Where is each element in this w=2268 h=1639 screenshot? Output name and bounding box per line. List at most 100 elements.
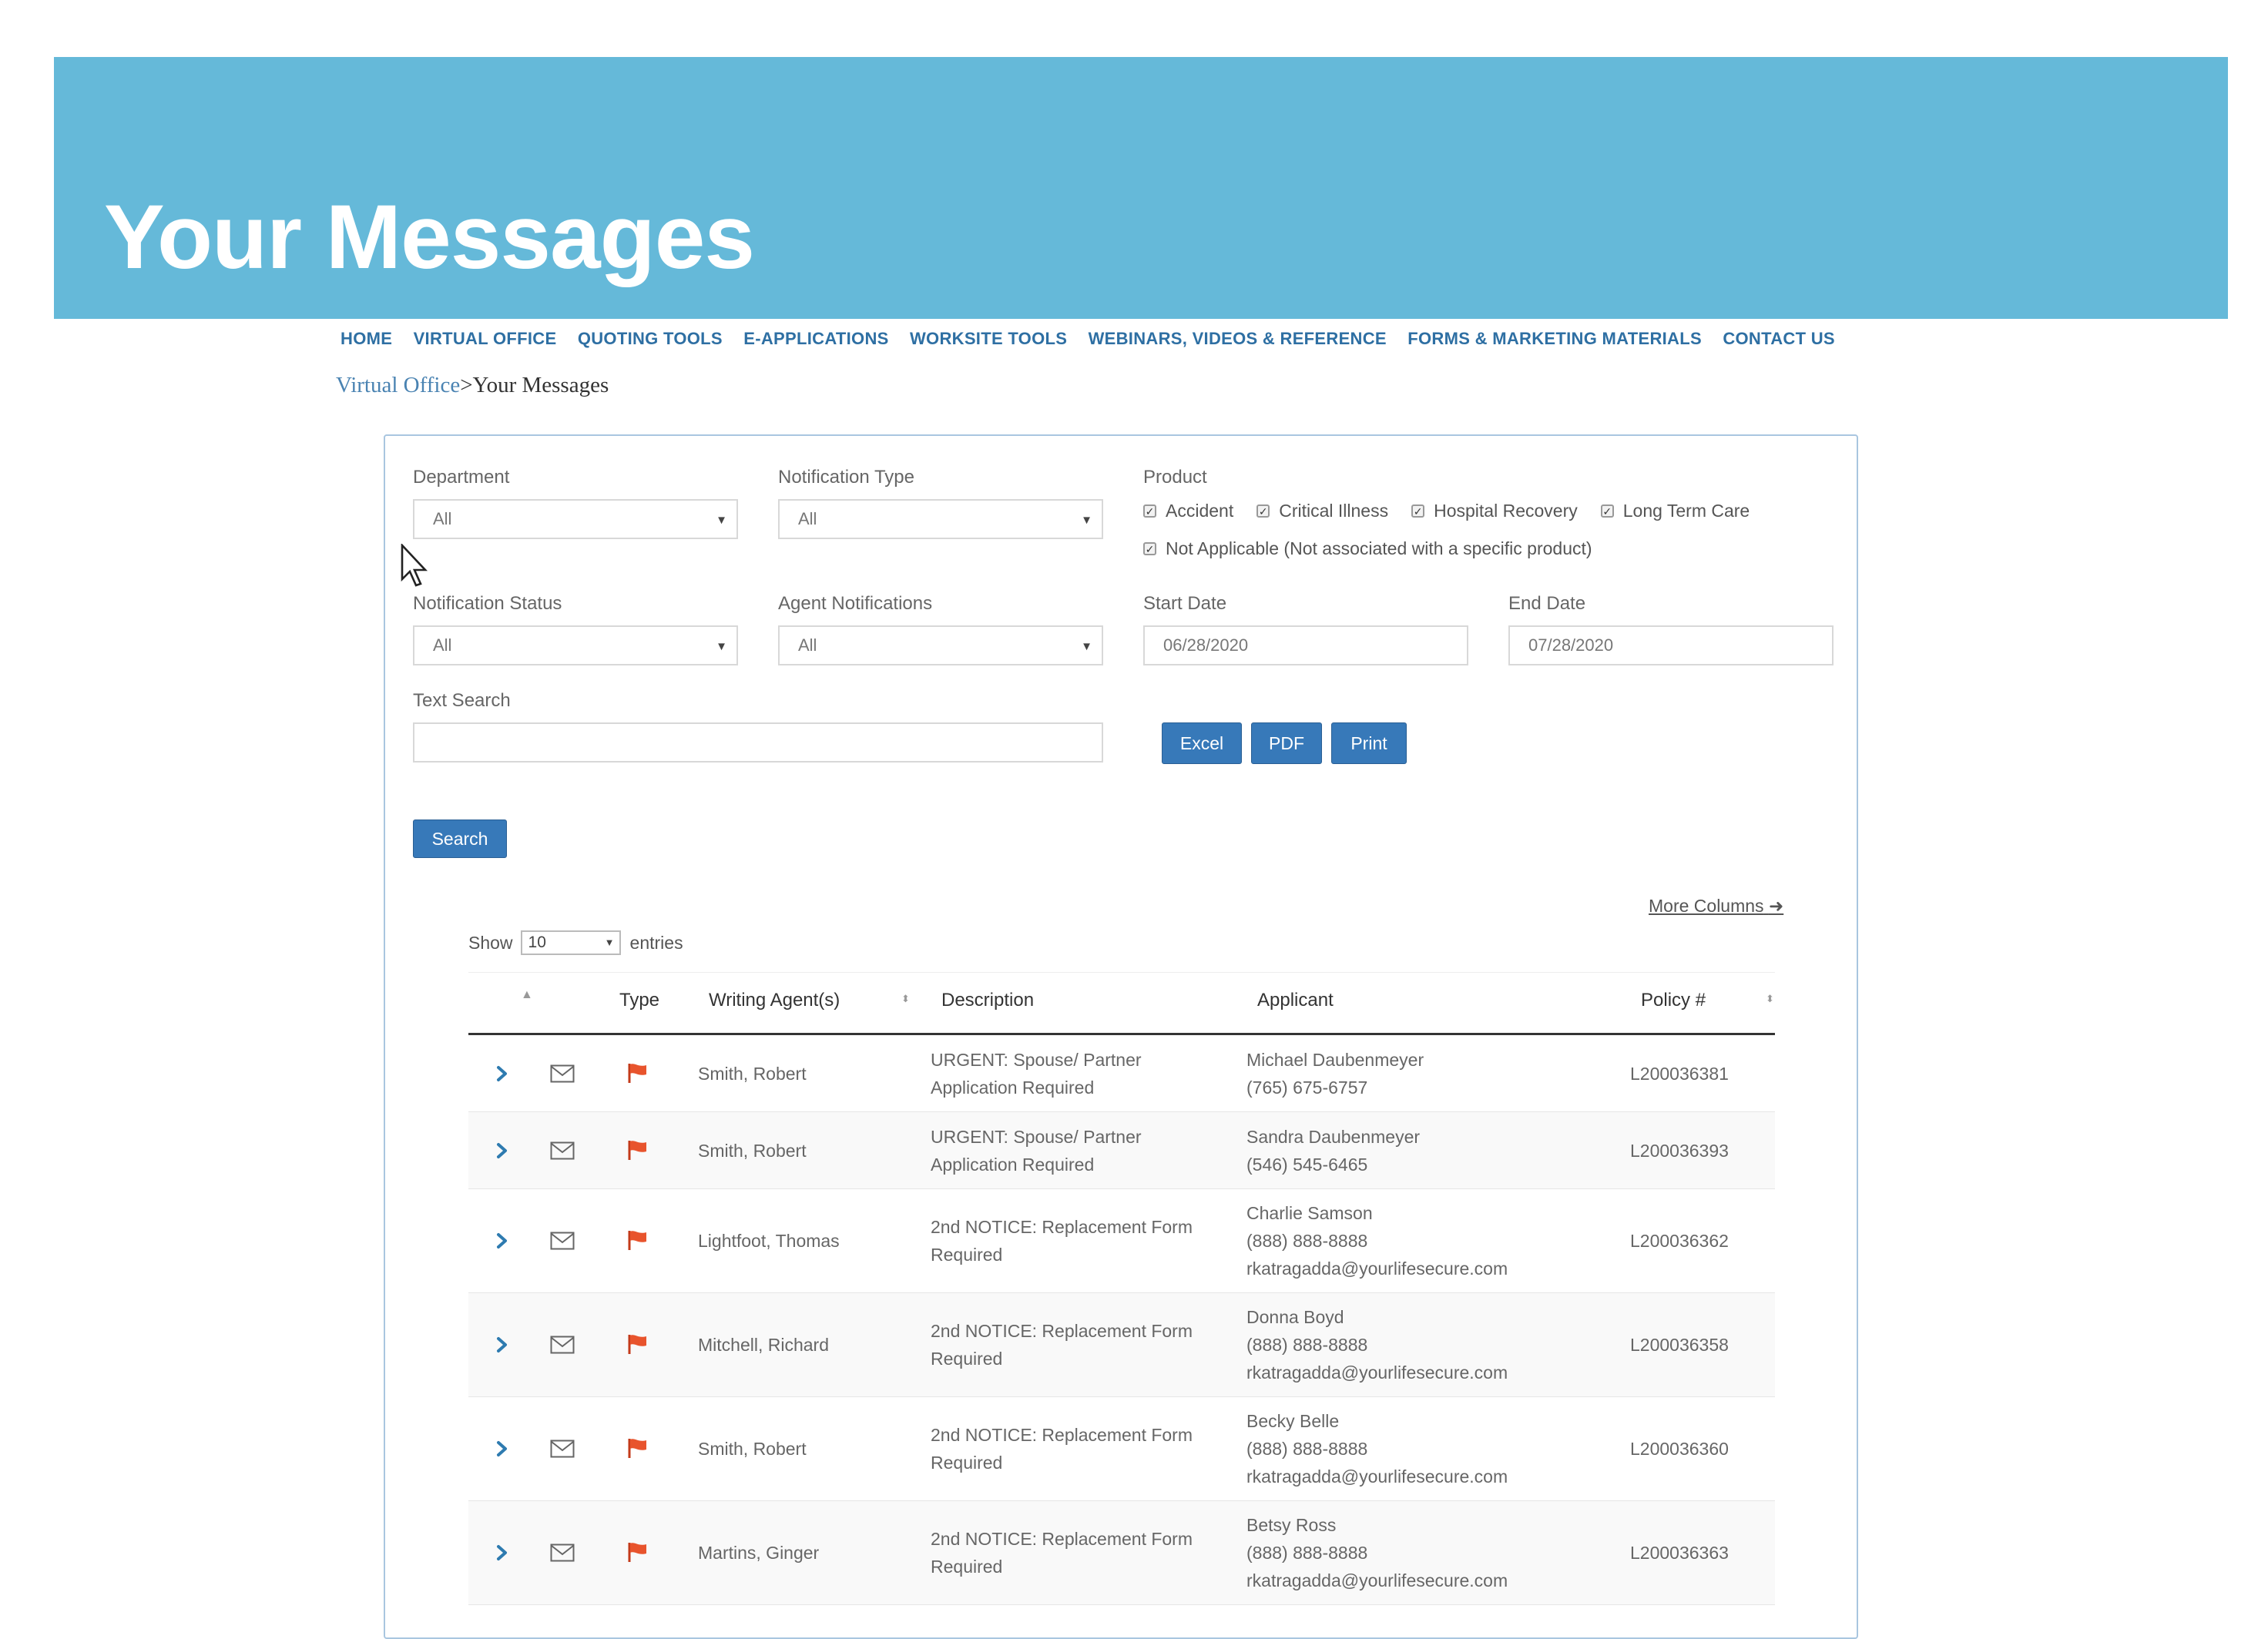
column-applicant[interactable]: Applicant [1257, 990, 1334, 1011]
print-button[interactable]: Print [1331, 722, 1407, 764]
applicant-phone: (765) 675-6757 [1246, 1077, 1368, 1098]
flag-icon [626, 1436, 649, 1463]
checkbox-critical-illness[interactable]: ✓ [1256, 504, 1270, 518]
expand-chevron-icon[interactable] [496, 1142, 508, 1163]
description-line-1: URGENT: Spouse/ Partner [931, 1049, 1142, 1070]
table-row[interactable]: Mitchell, Richard 2nd NOTICE: Replacement… [468, 1293, 1775, 1397]
description-line-1: 2nd NOTICE: Replacement Form [931, 1425, 1193, 1445]
expand-chevron-icon[interactable] [496, 1232, 508, 1253]
applicant-email: rkatragadda@yourlifesecure.com [1246, 1570, 1508, 1590]
notification-status-value: All [433, 635, 452, 655]
department-select[interactable]: All ▼ [413, 499, 738, 539]
checkbox-long-term-care-label: Long Term Care [1622, 501, 1750, 521]
text-search-label: Text Search [413, 690, 511, 711]
messages-table: ▲ Type Writing Agent(s) ⬍ Description Ap… [468, 972, 1775, 1605]
applicant-name: Donna Boyd [1246, 1307, 1344, 1327]
column-policy[interactable]: Policy # [1641, 990, 1706, 1011]
table-row[interactable]: Smith, Robert URGENT: Spouse/ Partner Appl… [468, 1035, 1775, 1112]
expand-chevron-icon[interactable] [496, 1065, 508, 1086]
sort-asc-icon[interactable]: ▲ [521, 988, 533, 1002]
excel-button[interactable]: Excel [1162, 722, 1242, 764]
applicant-cell: Michael Daubenmeyer (765) 675-6757 [1246, 1046, 1424, 1101]
nav-webinars[interactable]: WEBINARS, VIDEOS & REFERENCE [1089, 329, 1387, 349]
description-line-2: Application Required [931, 1077, 1095, 1098]
notification-type-label: Notification Type [778, 467, 914, 488]
checkbox-hospital-recovery[interactable]: ✓ [1411, 504, 1425, 518]
writing-agent-cell: Smith, Robert [698, 1439, 807, 1459]
caret-down-icon: ▼ [1081, 640, 1092, 653]
applicant-phone: (888) 888-8888 [1246, 1231, 1368, 1251]
policy-cell: L200036363 [1630, 1543, 1729, 1563]
nav-contact-us[interactable]: CONTACT US [1723, 329, 1835, 349]
flag-icon [626, 1332, 649, 1359]
cursor-icon [401, 544, 428, 587]
end-date-value: 07/28/2020 [1528, 635, 1614, 655]
arrow-right-icon: ➜ [1768, 896, 1784, 916]
writing-agent-cell: Smith, Robert [698, 1063, 807, 1084]
start-date-value: 06/28/2020 [1163, 635, 1249, 655]
policy-cell: L200036381 [1630, 1063, 1729, 1084]
page-banner: Your Messages [54, 57, 2228, 319]
nav-forms-marketing[interactable]: FORMS & MARKETING MATERIALS [1407, 329, 1702, 349]
pdf-button[interactable]: PDF [1251, 722, 1322, 764]
more-columns-link[interactable]: More Columns ➜ [1649, 896, 1783, 917]
column-type[interactable]: Type [619, 990, 659, 1011]
table-row[interactable]: Martins, Ginger 2nd NOTICE: Replacement F… [468, 1501, 1775, 1605]
applicant-email: rkatragadda@yourlifesecure.com [1246, 1466, 1508, 1486]
notification-status-select[interactable]: All ▼ [413, 625, 738, 665]
applicant-cell: Becky Belle (888) 888-8888 rkatragadda@you… [1246, 1407, 1508, 1490]
breadcrumb-separator: > [460, 373, 473, 397]
flag-icon [626, 1138, 649, 1165]
applicant-name: Betsy Ross [1246, 1515, 1337, 1535]
applicant-name: Charlie Samson [1246, 1203, 1373, 1223]
description-line-2: Required [931, 1349, 1003, 1369]
expand-chevron-icon[interactable] [496, 1440, 508, 1461]
applicant-name: Becky Belle [1246, 1411, 1340, 1431]
agent-notifications-select[interactable]: All ▼ [778, 625, 1103, 665]
table-row[interactable]: Smith, Robert URGENT: Spouse/ Partner Appl… [468, 1112, 1775, 1189]
entries-label: entries [629, 932, 683, 953]
envelope-icon [550, 1064, 575, 1087]
nav-virtual-office[interactable]: VIRTUAL OFFICE [414, 329, 557, 349]
description-line-1: 2nd NOTICE: Replacement Form [931, 1217, 1193, 1237]
sort-icon[interactable]: ⬍ [1766, 993, 1774, 1005]
writing-agent-cell: Martins, Ginger [698, 1543, 820, 1563]
nav-quoting-tools[interactable]: QUOTING TOOLS [578, 329, 723, 349]
breadcrumb-virtual-office[interactable]: Virtual Office [336, 373, 460, 397]
column-description[interactable]: Description [941, 990, 1034, 1011]
department-value: All [433, 509, 452, 528]
applicant-cell: Sandra Daubenmeyer (546) 545-6465 [1246, 1123, 1420, 1178]
search-button[interactable]: Search [413, 820, 507, 858]
expand-chevron-icon[interactable] [496, 1336, 508, 1357]
show-label: Show [468, 932, 513, 953]
applicant-phone: (888) 888-8888 [1246, 1543, 1368, 1563]
product-label: Product [1143, 467, 1207, 488]
end-date-input[interactable]: 07/28/2020 [1508, 625, 1834, 665]
applicant-name: Sandra Daubenmeyer [1246, 1126, 1421, 1147]
nav-e-applications[interactable]: E-APPLICATIONS [743, 329, 888, 349]
policy-cell: L200036393 [1630, 1140, 1729, 1161]
notification-type-select[interactable]: All ▼ [778, 499, 1103, 539]
start-date-input[interactable]: 06/28/2020 [1143, 625, 1468, 665]
checkbox-long-term-care[interactable]: ✓ [1600, 504, 1614, 518]
envelope-icon [550, 1543, 575, 1566]
breadcrumb: Virtual Office>Your Messages [336, 373, 609, 398]
caret-down-icon: ▼ [716, 514, 727, 527]
department-label: Department [413, 467, 510, 488]
table-row[interactable]: Lightfoot, Thomas 2nd NOTICE: Replacement… [468, 1189, 1775, 1293]
checkbox-accident[interactable]: ✓ [1143, 504, 1156, 518]
expand-chevron-icon[interactable] [496, 1544, 508, 1565]
envelope-icon [550, 1336, 575, 1358]
text-search-input[interactable] [413, 722, 1103, 763]
nav-home[interactable]: HOME [341, 329, 392, 349]
sort-icon[interactable]: ⬍ [901, 993, 910, 1005]
column-writing-agent[interactable]: Writing Agent(s) [709, 990, 840, 1011]
description-cell: URGENT: Spouse/ Partner Application Requi… [931, 1123, 1142, 1178]
applicant-phone: (888) 888-8888 [1246, 1335, 1368, 1355]
envelope-icon [550, 1141, 575, 1164]
checkbox-accident-label: Accident [1166, 501, 1234, 521]
checkbox-not-applicable[interactable]: ✓ [1143, 542, 1156, 555]
entries-select[interactable]: 10 ▼ [520, 930, 621, 955]
nav-worksite-tools[interactable]: WORKSITE TOOLS [910, 329, 1067, 349]
table-row[interactable]: Smith, Robert 2nd NOTICE: Replacement For… [468, 1397, 1775, 1501]
